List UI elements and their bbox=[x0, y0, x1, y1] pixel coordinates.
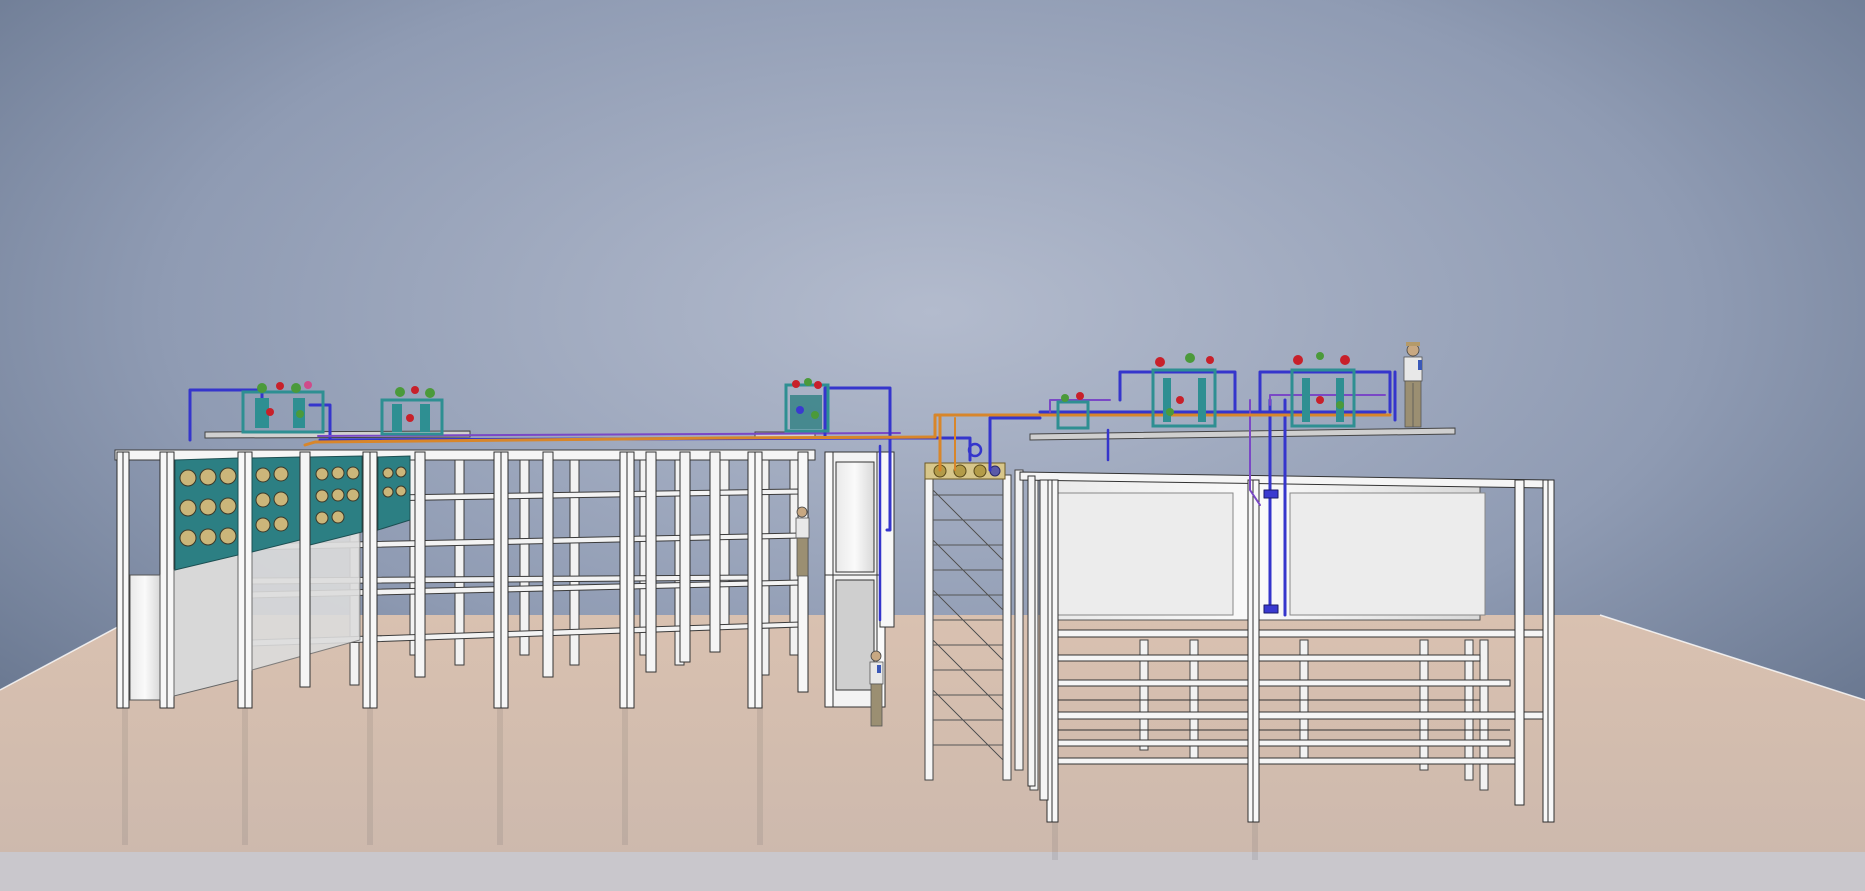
plant-structure-render bbox=[0, 0, 1865, 891]
floor-near-band bbox=[0, 852, 1865, 891]
narrow-tower bbox=[824, 451, 895, 708]
pump-skid bbox=[924, 462, 1006, 480]
cad-3d-viewport[interactable] bbox=[0, 0, 1865, 891]
